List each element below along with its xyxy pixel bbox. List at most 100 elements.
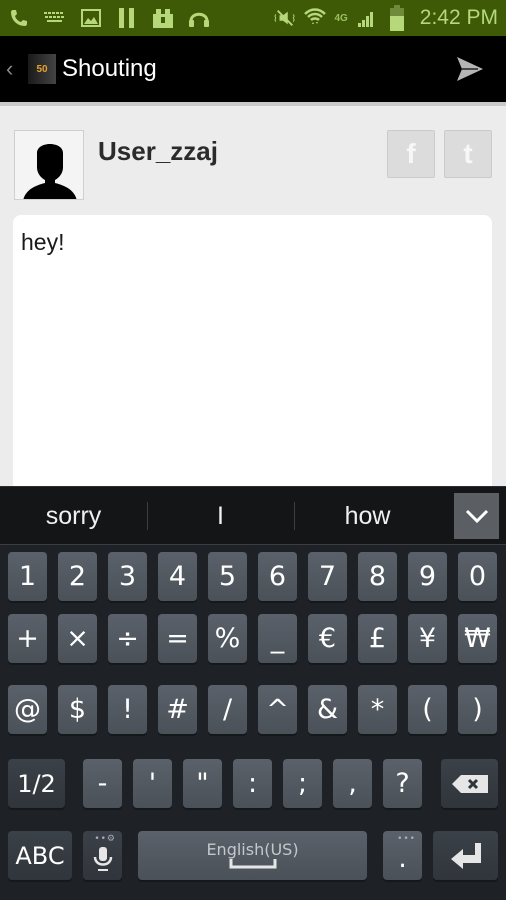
suggestion-3[interactable]: how	[294, 487, 441, 546]
key-label: ÷	[116, 623, 139, 654]
key-label: 2	[68, 561, 87, 592]
key-label: 9	[418, 561, 437, 592]
period-key[interactable]: ••• .	[383, 831, 422, 880]
network-type: 4G	[334, 12, 348, 24]
key-label: $	[68, 694, 87, 725]
key-label: &	[316, 694, 339, 725]
key-label: ₩	[464, 623, 491, 654]
backspace-key[interactable]	[441, 759, 498, 808]
key-row4-3[interactable]: :	[233, 759, 272, 808]
key-row3-9[interactable]: )	[458, 685, 497, 734]
screen-title: Shouting	[62, 55, 157, 82]
key-row4-1[interactable]: '	[133, 759, 172, 808]
key-row1-5[interactable]: 6	[258, 552, 297, 601]
key-row3-7[interactable]: *	[358, 685, 397, 734]
key-row2-6[interactable]: €	[308, 614, 347, 663]
back-chevron-icon[interactable]: ‹	[6, 56, 20, 82]
user-silhouette-icon	[23, 144, 77, 199]
key-label: _	[270, 623, 285, 654]
key-row1-0[interactable]: 1	[8, 552, 47, 601]
key-row1-1[interactable]: 2	[58, 552, 97, 601]
key-row2-9[interactable]: ₩	[458, 614, 497, 663]
message-input[interactable]: hey!	[13, 215, 492, 495]
key-row2-2[interactable]: ÷	[108, 614, 147, 663]
microphone-key[interactable]: ••⚙	[83, 831, 122, 880]
key-row3-0[interactable]: @	[8, 685, 47, 734]
key-label: (	[422, 694, 433, 725]
key-label: £	[368, 623, 387, 654]
key-row3-6[interactable]: &	[308, 685, 347, 734]
abc-key[interactable]: ABC	[8, 831, 72, 880]
space-key[interactable]: English(US)	[138, 831, 367, 880]
key-label: ¥	[418, 623, 437, 654]
app-logo[interactable]: 50	[28, 54, 56, 84]
suggestion-1[interactable]: sorry	[0, 487, 147, 546]
key-label: *	[370, 694, 385, 725]
key-row1-2[interactable]: 3	[108, 552, 147, 601]
message-text: hey!	[21, 229, 65, 255]
battery-icon	[386, 5, 408, 31]
key-label: 7	[318, 561, 337, 592]
key-row2-1[interactable]: ×	[58, 614, 97, 663]
key-row1-9[interactable]: 0	[458, 552, 497, 601]
key-row3-1[interactable]: $	[58, 685, 97, 734]
key-label: "	[196, 768, 209, 799]
key-label: 3	[118, 561, 137, 592]
mic-settings-indicator: ••⚙	[94, 834, 116, 844]
key-row1-7[interactable]: 8	[358, 552, 397, 601]
key-row2-5[interactable]: _	[258, 614, 297, 663]
key-row4-0[interactable]: -	[83, 759, 122, 808]
twitter-icon: t	[463, 138, 473, 169]
key-label: €	[318, 623, 337, 654]
key-label: ×	[66, 623, 89, 654]
key-label: @	[14, 694, 41, 725]
key-row3-5[interactable]: ^	[258, 685, 297, 734]
enter-icon	[450, 842, 481, 869]
key-row3-8[interactable]: (	[408, 685, 447, 734]
key-label: /	[222, 694, 233, 725]
send-button[interactable]	[454, 54, 486, 84]
key-label: '	[148, 768, 157, 799]
key-row2-4[interactable]: %	[208, 614, 247, 663]
key-row3-3[interactable]: #	[158, 685, 197, 734]
key-label: 4	[168, 561, 187, 592]
key-label: 0	[468, 561, 487, 592]
key-row2-0[interactable]: +	[8, 614, 47, 663]
clock: 2:42 PM	[419, 6, 498, 29]
page-toggle-label: 1/2	[17, 769, 56, 798]
key-row4-6[interactable]: ?	[383, 759, 422, 808]
twitter-share-button[interactable]: t	[444, 130, 492, 178]
store-icon	[152, 7, 174, 29]
enter-key[interactable]	[433, 831, 498, 880]
key-row4-5[interactable]: ,	[333, 759, 372, 808]
page-toggle-key[interactable]: 1/2	[8, 759, 65, 808]
key-row2-8[interactable]: ¥	[408, 614, 447, 663]
key-label: ?	[395, 768, 410, 799]
period-more-indicator: •••	[397, 834, 416, 844]
wifi-icon	[304, 7, 327, 29]
key-row3-4[interactable]: /	[208, 685, 247, 734]
microphone-icon	[93, 846, 112, 871]
key-label: ^	[266, 694, 289, 725]
space-bar-icon	[229, 859, 276, 869]
key-row4-2[interactable]: "	[183, 759, 222, 808]
key-row1-8[interactable]: 9	[408, 552, 447, 601]
key-row1-6[interactable]: 7	[308, 552, 347, 601]
space-language-label: English(US)	[206, 840, 299, 859]
key-row2-7[interactable]: £	[358, 614, 397, 663]
pause-icon	[116, 7, 138, 29]
avatar[interactable]	[14, 130, 84, 200]
key-row1-4[interactable]: 5	[208, 552, 247, 601]
collapse-suggestions-button[interactable]	[454, 493, 499, 539]
headphones-icon	[188, 7, 210, 29]
key-row1-3[interactable]: 4	[158, 552, 197, 601]
keyboard: 1/2 ABC ••⚙ English(US) ••• . 1234567890…	[0, 545, 506, 900]
key-row4-4[interactable]: ;	[283, 759, 322, 808]
suggestion-2[interactable]: I	[147, 487, 294, 546]
mute-vibrate-icon	[274, 7, 296, 29]
facebook-share-button[interactable]: f	[387, 130, 435, 178]
key-label: -	[97, 768, 108, 799]
keyboard-icon	[44, 7, 66, 29]
key-row2-3[interactable]: =	[158, 614, 197, 663]
key-row3-2[interactable]: !	[108, 685, 147, 734]
